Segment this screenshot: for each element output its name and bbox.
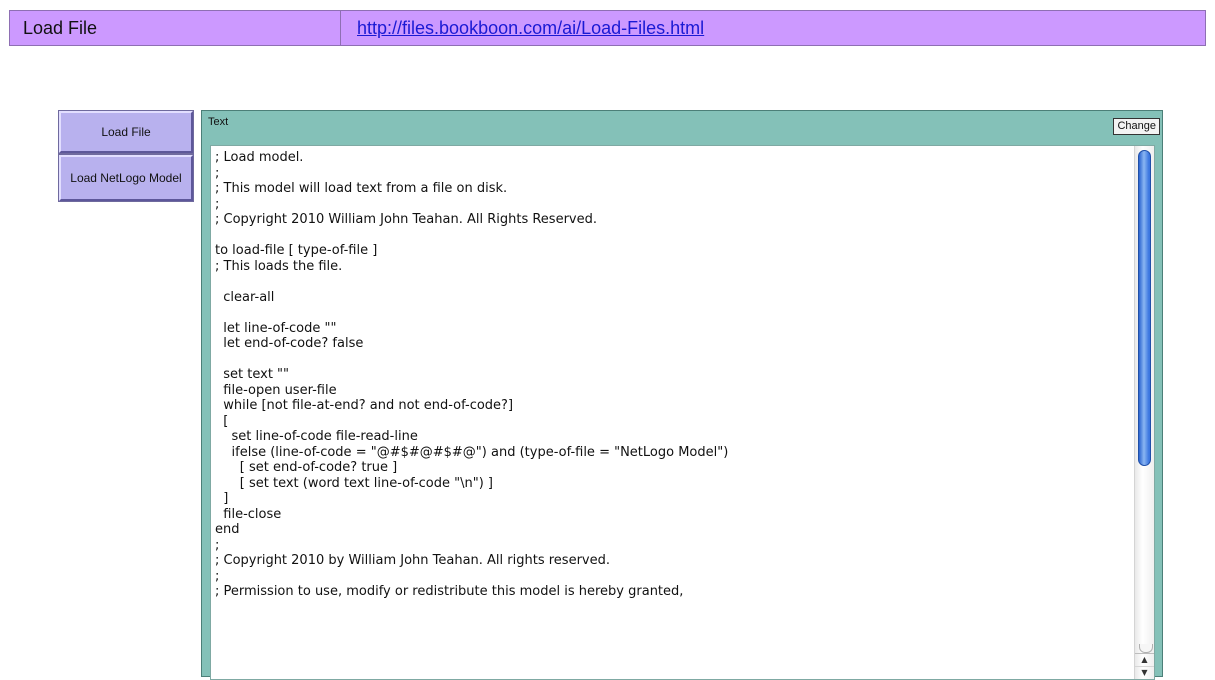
scroll-up-arrow-icon[interactable]: ▲ [1135, 653, 1154, 666]
code-line: ; Copyright 2010 William John Teahan. Al… [215, 212, 597, 227]
code-line: file-close [215, 506, 282, 522]
code-line: while [not file-at-end? and not end-of-c… [215, 398, 514, 413]
text-area[interactable]: ; Load model.;; This model will load tex… [210, 145, 1155, 680]
code-line: end [215, 522, 240, 537]
code-line: file-open user-file [215, 382, 337, 398]
scroll-down-arrow-icon[interactable]: ▼ [1135, 666, 1154, 679]
code-line: let end-of-code? false [215, 336, 364, 351]
code-line: [ set end-of-code? true ] [215, 460, 398, 475]
text-widget-label: Text [208, 116, 229, 128]
load-file-button[interactable]: Load File [58, 110, 194, 154]
header-bar: Load File http://files.bookboon.com/ai/L… [9, 10, 1206, 46]
code-line: ifelse (line-of-code = "@#$#@#$#@") and … [215, 444, 729, 460]
code-line: set line-of-code file-read-line [215, 429, 418, 444]
header-divider [340, 11, 341, 45]
code-line: ] [215, 491, 229, 506]
code-line: ; Copyright 2010 by William John Teahan.… [215, 553, 610, 568]
text-widget: Text Change ; Load model.;; This model w… [201, 110, 1163, 680]
code-line: ; [215, 568, 220, 584]
scrollbar-thumb[interactable] [1138, 150, 1151, 466]
code-line: ; This model will load text from a file … [215, 181, 508, 196]
code-line: ; Permission to use, modify or redistrib… [215, 584, 684, 599]
code-line: set text "" [215, 367, 290, 382]
load-netlogo-model-button[interactable]: Load NetLogo Model [58, 154, 194, 202]
code-line: ; [215, 165, 220, 181]
code-line: ; [215, 537, 220, 553]
code-line: clear-all [215, 289, 275, 305]
page-title: Load File [23, 18, 98, 38]
code-line: ; Load model. [215, 150, 304, 165]
code-line: let line-of-code "" [215, 320, 337, 336]
source-link[interactable]: http://files.bookboon.com/ai/Load-Files.… [357, 11, 704, 45]
code-line: [ [215, 413, 229, 429]
code-line: [ set text (word text line-of-code "\n")… [215, 475, 493, 491]
code-line: to load-file [ type-of-file ] [215, 243, 378, 258]
code-text: ; Load model.;; This model will load tex… [215, 150, 728, 600]
code-line: ; This loads the file. [215, 258, 343, 274]
change-button[interactable]: Change [1113, 118, 1160, 135]
code-line: ; [215, 196, 220, 212]
vertical-scrollbar[interactable]: ▲ ▼ [1134, 146, 1154, 679]
scrollbar-track-end [1139, 644, 1153, 653]
